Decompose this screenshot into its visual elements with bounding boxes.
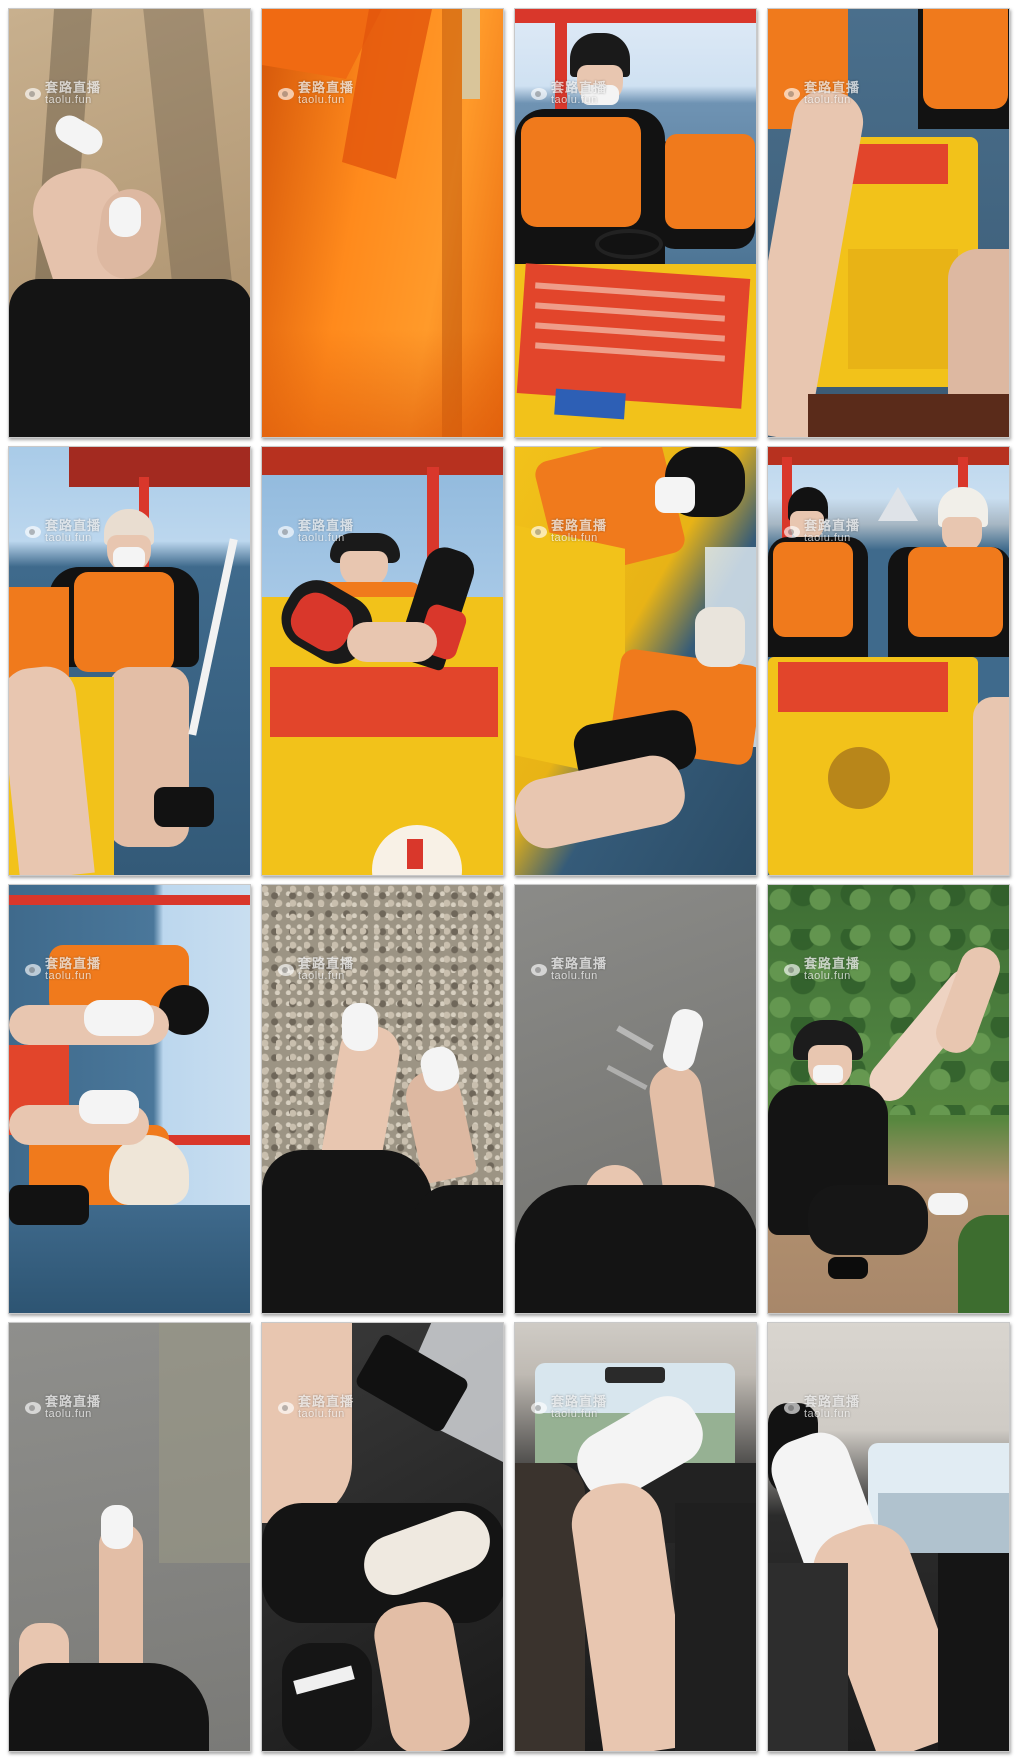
watermark-logo-icon — [25, 87, 41, 100]
watermark: 套路直播 taolu.fun — [784, 957, 860, 982]
dashboard-feet-scene — [515, 1323, 756, 1751]
watermark-en: taolu.fun — [298, 531, 345, 544]
legs-console-scene — [768, 9, 1009, 437]
asphalt-scene — [515, 885, 756, 1313]
watermark-logo-icon — [278, 1401, 294, 1414]
watermark: 套路直播 taolu.fun — [278, 957, 354, 982]
photo-tile-2: 套路直播 taolu.fun — [261, 8, 504, 438]
watermark: 套路直播 taolu.fun — [25, 519, 101, 544]
photo-tile-8: 套路直播 taolu.fun — [767, 446, 1010, 876]
cap-man-boat-scene — [9, 447, 250, 875]
watermark-cn: 套路直播 — [298, 956, 355, 971]
photo-tile-5: 套路直播 taolu.fun — [8, 446, 251, 876]
watermark-logo-icon — [278, 963, 294, 976]
watermark-en: taolu.fun — [45, 93, 92, 106]
watermark-en: taolu.fun — [45, 1407, 92, 1420]
watermark-en: taolu.fun — [551, 969, 598, 982]
car-interior-scene — [768, 1323, 1009, 1751]
bucket-hat-boat-scene — [262, 447, 503, 875]
watermark-cn: 套路直播 — [45, 1394, 102, 1409]
sand-walk-scene — [9, 9, 250, 437]
watermark: 套路直播 taolu.fun — [531, 81, 607, 106]
photo-tile-1: 套路直播 taolu.fun — [8, 8, 251, 438]
watermark-logo-icon — [25, 525, 41, 538]
watermark-cn: 套路直播 — [804, 518, 861, 533]
watermark-cn: 套路直播 — [551, 518, 608, 533]
watermark-cn: 套路直播 — [804, 1394, 861, 1409]
watermark-cn: 套路直播 — [45, 80, 102, 95]
watermark-logo-icon — [25, 1401, 41, 1414]
watermark: 套路直播 taolu.fun — [278, 81, 354, 106]
car-footwell-scene — [262, 1323, 503, 1751]
watermark-en: taolu.fun — [298, 969, 345, 982]
tilted-boat-scene — [515, 447, 756, 875]
watermark-logo-icon — [531, 525, 547, 538]
watermark-cn: 套路直播 — [45, 518, 102, 533]
watermark-cn: 套路直播 — [804, 956, 861, 971]
road-walk-scene — [9, 1323, 250, 1751]
photo-tile-12: 套路直播 taolu.fun — [767, 884, 1010, 1314]
watermark: 套路直播 taolu.fun — [25, 1395, 101, 1420]
photo-tile-14: 套路直播 taolu.fun — [261, 1322, 504, 1752]
photo-tile-7: 套路直播 taolu.fun — [514, 446, 757, 876]
watermark: 套路直播 taolu.fun — [278, 1395, 354, 1420]
watermark-en: taolu.fun — [551, 531, 598, 544]
watermark-en: taolu.fun — [45, 969, 92, 982]
life-vest-closeup-scene — [262, 9, 503, 437]
watermark-logo-icon — [784, 87, 800, 100]
watermark-en: taolu.fun — [804, 531, 851, 544]
watermark-logo-icon — [784, 1401, 800, 1414]
watermark-cn: 套路直播 — [551, 1394, 608, 1409]
watermark-en: taolu.fun — [298, 93, 345, 106]
photo-tile-3: 套路直播 taolu.fun — [514, 8, 757, 438]
watermark-logo-icon — [278, 87, 294, 100]
watermark: 套路直播 taolu.fun — [25, 81, 101, 106]
watermark: 套路直播 taolu.fun — [784, 81, 860, 106]
watermark: 套路直播 taolu.fun — [531, 519, 607, 544]
watermark-en: taolu.fun — [804, 1407, 851, 1420]
watermark-cn: 套路直播 — [45, 956, 102, 971]
photo-tile-10: 套路直播 taolu.fun — [261, 884, 504, 1314]
watermark-cn: 套路直播 — [804, 80, 861, 95]
sideways-boat-scene — [9, 885, 250, 1313]
watermark-cn: 套路直播 — [298, 80, 355, 95]
watermark: 套路直播 taolu.fun — [531, 1395, 607, 1420]
watermark: 套路直播 taolu.fun — [784, 1395, 860, 1420]
watermark-cn: 套路直播 — [551, 80, 608, 95]
watermark: 套路直播 taolu.fun — [531, 957, 607, 982]
photo-contact-sheet: 套路直播 taolu.fun 套路直播 taolu.fun 套路直播 taolu… — [0, 0, 1018, 1762]
watermark-en: taolu.fun — [804, 93, 851, 106]
watermark-cn: 套路直播 — [298, 1394, 355, 1409]
watermark-cn: 套路直播 — [551, 956, 608, 971]
watermark: 套路直播 taolu.fun — [278, 519, 354, 544]
photo-grid: 套路直播 taolu.fun 套路直播 taolu.fun 套路直播 taolu… — [8, 8, 1010, 1754]
watermark-logo-icon — [278, 525, 294, 538]
watermark-logo-icon — [784, 963, 800, 976]
photo-tile-9: 套路直播 taolu.fun — [8, 884, 251, 1314]
watermark-logo-icon — [784, 525, 800, 538]
photo-tile-11: 套路直播 taolu.fun — [514, 884, 757, 1314]
watermark-en: taolu.fun — [551, 93, 598, 106]
watermark-logo-icon — [531, 963, 547, 976]
watermark-cn: 套路直播 — [298, 518, 355, 533]
pedal-boat-man-scene — [515, 9, 756, 437]
watermark: 套路直播 taolu.fun — [784, 519, 860, 544]
watermark-logo-icon — [531, 1401, 547, 1414]
photo-tile-15: 套路直播 taolu.fun — [514, 1322, 757, 1752]
photo-tile-4: 套路直播 taolu.fun — [767, 8, 1010, 438]
watermark-en: taolu.fun — [804, 969, 851, 982]
watermark-logo-icon — [25, 963, 41, 976]
photo-tile-16: 套路直播 taolu.fun — [767, 1322, 1010, 1752]
watermark-en: taolu.fun — [45, 531, 92, 544]
photo-tile-13: 套路直播 taolu.fun — [8, 1322, 251, 1752]
watermark-en: taolu.fun — [551, 1407, 598, 1420]
two-men-console-scene — [768, 447, 1009, 875]
watermark-en: taolu.fun — [298, 1407, 345, 1420]
bushes-kneeling-scene — [768, 885, 1009, 1313]
watermark-logo-icon — [531, 87, 547, 100]
gravel-path-scene — [262, 885, 503, 1313]
photo-tile-6: 套路直播 taolu.fun — [261, 446, 504, 876]
watermark: 套路直播 taolu.fun — [25, 957, 101, 982]
